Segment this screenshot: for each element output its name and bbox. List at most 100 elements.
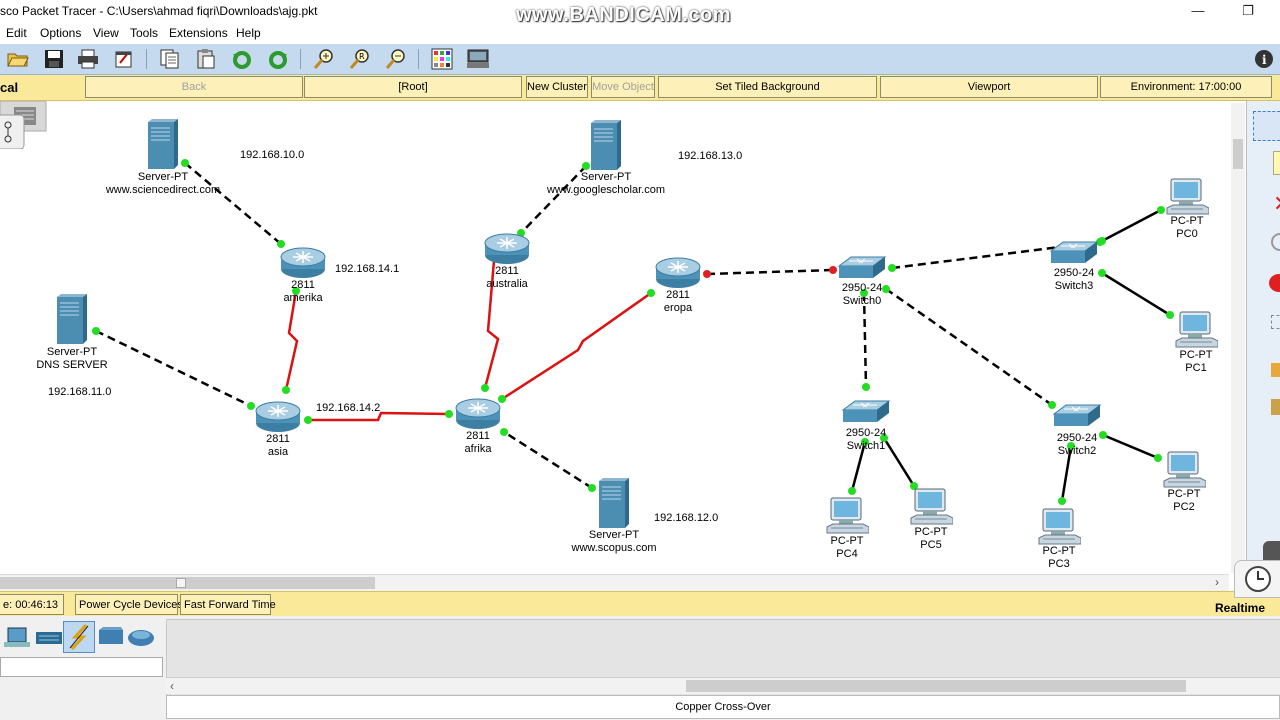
link-srv-dns-r-asia[interactable]: [95, 329, 252, 408]
logical-mode-tab[interactable]: cal: [0, 80, 18, 95]
note-icon[interactable]: [1273, 151, 1280, 175]
device-label: Server-PT www.scopus.com: [572, 529, 657, 555]
print-icon[interactable]: [76, 47, 100, 71]
link-sw3-pc1[interactable]: [1101, 271, 1171, 317]
link-sw3-pc0[interactable]: [1101, 208, 1162, 243]
menu-tools[interactable]: Tools: [130, 26, 158, 40]
draw-shape-icon[interactable]: [1269, 274, 1280, 292]
move-object-button[interactable]: Move Object: [591, 76, 655, 98]
link-r-eropa-sw0[interactable]: [706, 268, 834, 276]
router-asia-icon[interactable]: [254, 399, 302, 436]
device-label: PC-PT PC0: [1171, 215, 1204, 241]
menu-help[interactable]: Help: [236, 26, 261, 40]
device-name: www.sciencedirect.com: [105, 184, 221, 196]
minimize-button[interactable]: —: [1188, 2, 1208, 20]
scroll-right-icon[interactable]: ›: [1215, 575, 1219, 589]
device-name: afrika: [464, 443, 492, 455]
device-search-field[interactable]: [0, 657, 163, 677]
security-icon[interactable]: [97, 626, 125, 650]
link-sw2-pc2[interactable]: [1102, 433, 1159, 460]
logical-workspace[interactable]: 192.168.10.0 192.168.13.0 192.168.14.1 1…: [0, 101, 1229, 574]
environment-button[interactable]: Environment: 17:00:00: [1100, 76, 1272, 98]
device-label: 2811 amerika: [283, 279, 322, 305]
device-label: Server-PT www.sciencedirect.com: [106, 171, 220, 197]
router-afrika-icon[interactable]: [454, 396, 502, 433]
router-australia-icon[interactable]: [483, 231, 531, 268]
resize-icon[interactable]: [1271, 315, 1280, 329]
device-model: 2811: [291, 279, 315, 291]
scroll-thumb[interactable]: [0, 577, 375, 589]
device-model: PC-PT: [830, 535, 864, 547]
server-www-sciencedirect-com-icon[interactable]: [146, 118, 180, 173]
pc-pc1-icon[interactable]: [1174, 311, 1219, 354]
menu-edit[interactable]: Edit: [6, 26, 27, 40]
link-r-asia-r-afrika[interactable]: [308, 411, 450, 422]
select-icon[interactable]: [1253, 111, 1280, 141]
link-status-dot: [92, 327, 100, 335]
server-www-googlescholar-com-icon[interactable]: [589, 119, 623, 174]
device-label: 2950-24 Switch0: [842, 282, 882, 308]
scroll-left-icon[interactable]: ‹: [170, 679, 174, 693]
logical-workspace-bar: cal Back [Root] New Cluster Move Object …: [0, 75, 1280, 101]
menu-view[interactable]: View: [93, 26, 119, 40]
add-simple-pdu-icon[interactable]: [1271, 363, 1280, 377]
simulation-status-bar: e: 00:46:13 Power Cycle Devices Fast For…: [0, 560, 1280, 617]
menu-extensions[interactable]: Extensions: [169, 26, 228, 40]
link-r-afrika-r-eropa[interactable]: [501, 291, 652, 401]
horizontal-scrollbar[interactable]: ›: [0, 574, 1229, 591]
scroll-thumb[interactable]: [1233, 139, 1243, 169]
back-button[interactable]: Back: [85, 76, 303, 98]
link-status-dot: [1154, 454, 1162, 462]
zoom-out-icon[interactable]: [384, 47, 408, 71]
new-cluster-button[interactable]: New Cluster: [526, 76, 588, 98]
undo-icon[interactable]: [230, 47, 254, 71]
fast-forward-time-button[interactable]: Fast Forward Time: [180, 594, 276, 615]
paste-icon[interactable]: [194, 47, 218, 71]
wan-emulation-icon[interactable]: [126, 626, 156, 650]
link-status-dot: [481, 384, 489, 392]
delete-icon[interactable]: ✕: [1273, 191, 1280, 217]
server-www-scopus-com-icon[interactable]: [597, 477, 631, 532]
device-model: 2950-24: [841, 282, 883, 294]
router-amerika-icon[interactable]: [279, 245, 327, 282]
zoom-reset-icon[interactable]: R: [348, 47, 372, 71]
connections-icon[interactable]: [63, 621, 95, 653]
link-sw1-pc5[interactable]: [882, 437, 916, 487]
viewport-button[interactable]: Viewport: [880, 76, 1098, 98]
set-tiled-background-button[interactable]: Set Tiled Background: [658, 76, 877, 98]
info-icon[interactable]: i: [1252, 47, 1276, 71]
zoom-in-icon[interactable]: [312, 47, 336, 71]
inspect-icon[interactable]: [1271, 233, 1280, 251]
scroll-thumb[interactable]: [686, 680, 1186, 692]
router-eropa-icon[interactable]: [654, 255, 702, 292]
pc-pc5-icon[interactable]: [909, 488, 954, 531]
open-icon[interactable]: [6, 47, 30, 71]
custom-device-icon[interactable]: [466, 47, 490, 71]
device-list-scrollbar[interactable]: ‹: [166, 677, 1280, 694]
redo-icon[interactable]: [266, 47, 290, 71]
device-name: PC4: [836, 548, 858, 560]
server-dns-server-icon[interactable]: [55, 293, 89, 348]
link-srv-scopus-r-afrika[interactable]: [503, 430, 593, 490]
device-model: 2811: [666, 289, 690, 301]
menu-options[interactable]: Options: [40, 26, 81, 40]
root-button[interactable]: [Root]: [304, 76, 522, 98]
link-sw0-sw2[interactable]: [885, 287, 1053, 407]
pc-pc4-icon[interactable]: [825, 497, 870, 540]
save-icon[interactable]: [42, 47, 66, 71]
end-devices-icon[interactable]: [2, 626, 32, 650]
power-cycle-devices-button[interactable]: Power Cycle Devices: [75, 594, 183, 615]
link-r-amerika-r-asia[interactable]: [284, 290, 299, 391]
copy-icon[interactable]: [158, 47, 182, 71]
switches-icon[interactable]: [34, 626, 64, 650]
vertical-scrollbar[interactable]: [1231, 103, 1245, 573]
palette-icon[interactable]: [430, 47, 454, 71]
device-name: australia: [486, 278, 528, 290]
network-label: 192.168.11.0: [48, 386, 112, 398]
add-complex-pdu-icon[interactable]: [1271, 399, 1280, 415]
realtime-mode-tab[interactable]: [1234, 560, 1280, 598]
link-status-dot: [848, 487, 856, 495]
device-model: PC-PT: [1042, 545, 1076, 557]
activity-wizard-icon[interactable]: [112, 47, 136, 71]
restore-button[interactable]: ❐: [1238, 2, 1258, 20]
